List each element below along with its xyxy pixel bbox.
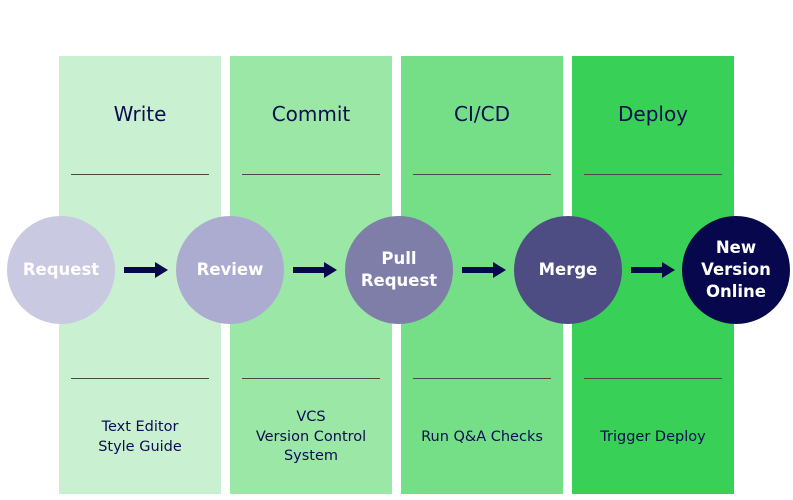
- node-label-line: Merge: [538, 260, 598, 279]
- stage-title: Write: [113, 102, 167, 126]
- node-request: Request: [7, 216, 115, 324]
- stage-title: CI/CD: [454, 102, 510, 126]
- description-line: Style Guide: [98, 438, 182, 455]
- node-pull-request: Pull Request: [345, 216, 453, 324]
- description-line: Version Control: [255, 428, 367, 445]
- node-label-line: Pull: [381, 249, 417, 268]
- stage-title: Deploy: [617, 102, 689, 126]
- stage-title: Commit: [271, 102, 351, 126]
- divider: [71, 174, 209, 175]
- description-line: VCS: [296, 409, 326, 425]
- description-line: Trigger Deploy: [600, 429, 706, 445]
- arrow-right-icon: [293, 262, 337, 278]
- divider: [584, 174, 722, 175]
- node-new-version-online: New Version Online: [682, 216, 790, 324]
- stage-description: VCS Version Control System: [230, 408, 392, 467]
- divider: [242, 174, 380, 175]
- node-label-line: Version: [701, 260, 771, 279]
- description-line: System: [283, 448, 339, 464]
- node-label-line: Online: [705, 282, 766, 301]
- divider: [413, 378, 551, 379]
- arrow-right-icon: [462, 262, 506, 278]
- arrow-right-icon: [124, 262, 168, 278]
- node-label-line: New: [715, 238, 757, 257]
- description-line: Text Editor: [101, 419, 179, 435]
- divider: [584, 378, 722, 379]
- stage-description: Run Q&A Checks: [401, 428, 563, 448]
- node-review: Review: [176, 216, 284, 324]
- stage-description: Trigger Deploy: [572, 428, 734, 448]
- divider: [413, 174, 551, 175]
- arrow-right-icon: [631, 262, 675, 278]
- divider: [242, 378, 380, 379]
- stage-description: Text Editor Style Guide: [59, 418, 221, 457]
- node-label-line: Request: [22, 260, 100, 279]
- description-line: Run Q&A Checks: [421, 429, 543, 445]
- node-label-line: Request: [360, 271, 438, 290]
- node-merge: Merge: [514, 216, 622, 324]
- divider: [71, 378, 209, 379]
- node-label-line: Review: [196, 260, 264, 279]
